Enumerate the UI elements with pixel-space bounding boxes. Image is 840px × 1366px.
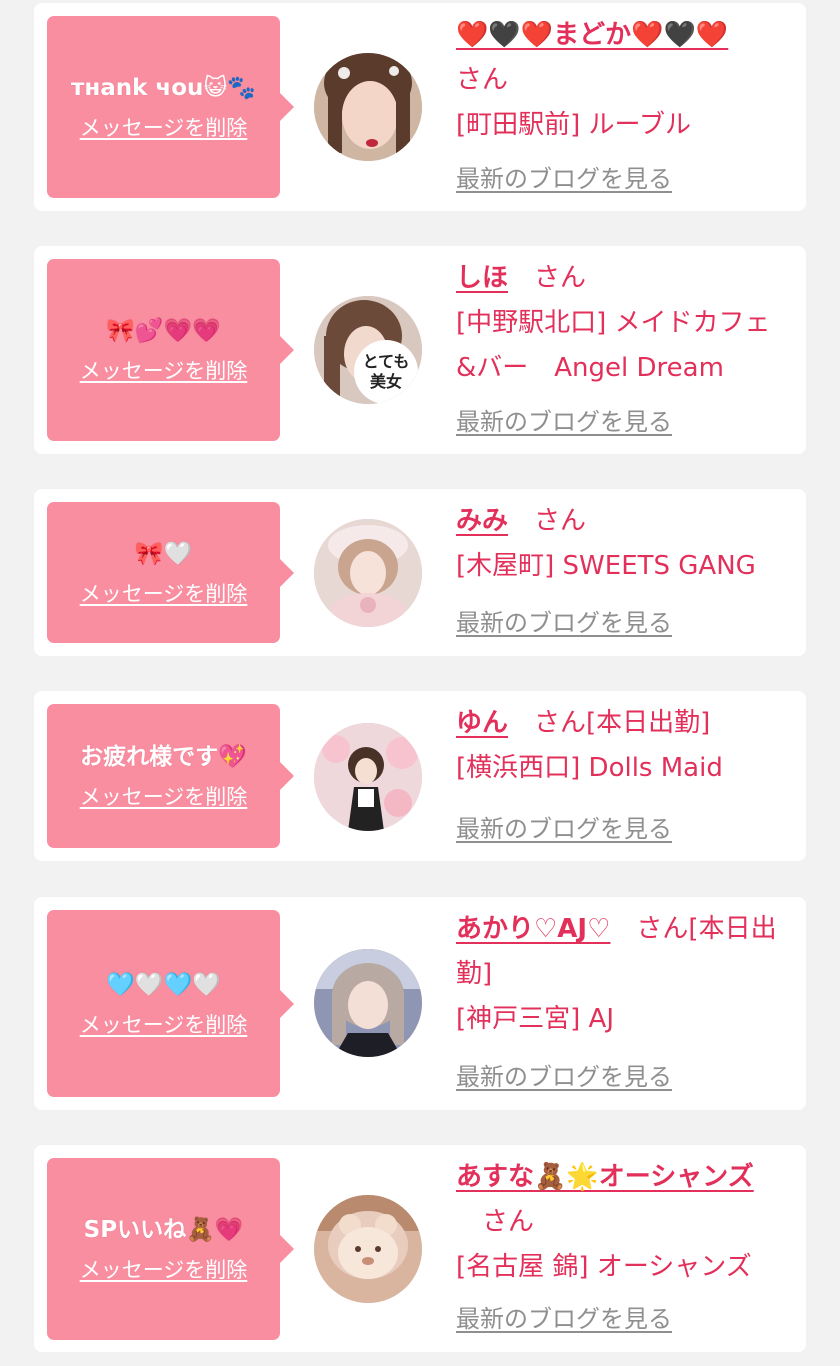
message-text: 🎀🤍 bbox=[134, 540, 193, 567]
message-card: SPいいね🧸💗 メッセージを削除 あすな🧸🌟オーシャンズさん [名古屋 錦] オ… bbox=[34, 1145, 806, 1352]
message-text: お疲れ様です💖 bbox=[80, 744, 247, 770]
profile-name-link[interactable]: あかり♡AJ♡ bbox=[456, 914, 610, 944]
shop-name: [神戸三宮] AJ bbox=[456, 1004, 615, 1034]
message-card: 🩵🤍🩵🤍 メッセージを削除 あかり♡AJ♡ さん[本日出勤] [神戸三宮] AJ … bbox=[34, 897, 806, 1110]
avatar[interactable] bbox=[314, 949, 422, 1057]
message-card: тнank чou😺🐾 メッセージを削除 ❤️🖤❤️まどか❤️🖤❤️ さん [町… bbox=[34, 3, 806, 211]
shop-name: [名古屋 錦] オーシャンズ bbox=[456, 1252, 752, 1282]
shop-name: [中野駅北口] メイドカフェ&バー Angel Dream bbox=[456, 308, 771, 383]
message-text: тнank чou😺🐾 bbox=[71, 75, 256, 101]
latest-blog-link[interactable]: 最新のブログを見る bbox=[456, 1304, 672, 1334]
message-bubble: 🩵🤍🩵🤍 メッセージを削除 bbox=[47, 910, 294, 1097]
message-card: 🎀🤍 メッセージを削除 みみ さん [木屋町] SWEETS GANG 最新のブロ… bbox=[34, 489, 806, 656]
message-bubble: お疲れ様です💖 メッセージを削除 bbox=[47, 704, 294, 848]
latest-blog-link[interactable]: 最新のブログを見る bbox=[456, 608, 672, 638]
avatar-photo bbox=[314, 519, 422, 627]
avatar-photo bbox=[314, 1195, 422, 1303]
profile-info: みみ さん [木屋町] SWEETS GANG bbox=[456, 499, 790, 589]
avatar-photo bbox=[314, 949, 422, 1057]
profile-name-link[interactable]: しほ bbox=[456, 263, 508, 293]
profile-info: しほ さん [中野駅北口] メイドカフェ&バー Angel Dream bbox=[456, 256, 790, 391]
message-text: 🩵🤍🩵🤍 bbox=[106, 971, 221, 998]
delete-message-link[interactable]: メッセージを削除 bbox=[80, 1257, 248, 1283]
message-text: SPいいね🧸💗 bbox=[83, 1217, 244, 1243]
latest-blog-link[interactable]: 最新のブログを見る bbox=[456, 407, 672, 437]
avatar[interactable]: とても美女 bbox=[314, 296, 422, 404]
honorific: さん bbox=[534, 263, 587, 293]
avatar[interactable] bbox=[314, 1195, 422, 1303]
profile-name-link[interactable]: ❤️🖤❤️まどか❤️🖤❤️ bbox=[456, 20, 728, 50]
avatar[interactable] bbox=[314, 723, 422, 831]
shop-name: [町田駅前] ルーブル bbox=[456, 110, 691, 140]
message-bubble: 🎀💕💗💗 メッセージを削除 bbox=[47, 259, 294, 441]
message-bubble: SPいいね🧸💗 メッセージを削除 bbox=[47, 1158, 294, 1340]
shop-name: [横浜西口] Dolls Maid bbox=[456, 753, 723, 783]
latest-blog-link[interactable]: 最新のブログを見る bbox=[456, 1062, 672, 1092]
profile-info: あすな🧸🌟オーシャンズさん [名古屋 錦] オーシャンズ bbox=[456, 1155, 790, 1290]
profile-info: ゆん さん[本日出勤] [横浜西口] Dolls Maid bbox=[456, 701, 790, 791]
honorific: さん bbox=[534, 506, 587, 536]
delete-message-link[interactable]: メッセージを削除 bbox=[80, 581, 248, 607]
message-bubble: 🎀🤍 メッセージを削除 bbox=[47, 502, 294, 643]
honorific: さん bbox=[456, 65, 509, 95]
profile-info: ❤️🖤❤️まどか❤️🖤❤️ さん [町田駅前] ルーブル bbox=[456, 13, 790, 148]
profile-info: あかり♡AJ♡ さん[本日出勤] [神戸三宮] AJ bbox=[456, 907, 790, 1042]
delete-message-link[interactable]: メッセージを削除 bbox=[80, 115, 248, 141]
message-card: お疲れ様です💖 メッセージを削除 ゆん さん[本日出勤] [横浜西口] Dolls… bbox=[34, 691, 806, 861]
profile-name-link[interactable]: ゆん bbox=[456, 708, 508, 738]
message-card: 🎀💕💗💗 メッセージを削除 とても美女 しほ さん [中野駅北口] メイドカフェ&… bbox=[34, 246, 806, 454]
avatar[interactable] bbox=[314, 519, 422, 627]
avatar-overlay-text: とても美女 bbox=[362, 352, 410, 391]
latest-blog-link[interactable]: 最新のブログを見る bbox=[456, 164, 672, 194]
delete-message-link[interactable]: メッセージを削除 bbox=[80, 358, 248, 384]
honorific: さん[本日出勤] bbox=[534, 708, 711, 738]
honorific: さん bbox=[482, 1207, 535, 1237]
profile-name-link[interactable]: あすな🧸🌟オーシャンズ bbox=[456, 1162, 754, 1192]
profile-name-link[interactable]: みみ bbox=[456, 506, 508, 536]
avatar-photo bbox=[314, 53, 422, 161]
delete-message-link[interactable]: メッセージを削除 bbox=[80, 784, 248, 810]
avatar-photo bbox=[314, 723, 422, 831]
shop-name: [木屋町] SWEETS GANG bbox=[456, 551, 756, 581]
latest-blog-link[interactable]: 最新のブログを見る bbox=[456, 814, 672, 844]
message-bubble: тнank чou😺🐾 メッセージを削除 bbox=[47, 16, 294, 198]
message-text: 🎀💕💗💗 bbox=[106, 318, 221, 344]
delete-message-link[interactable]: メッセージを削除 bbox=[80, 1012, 248, 1038]
avatar[interactable] bbox=[314, 53, 422, 161]
